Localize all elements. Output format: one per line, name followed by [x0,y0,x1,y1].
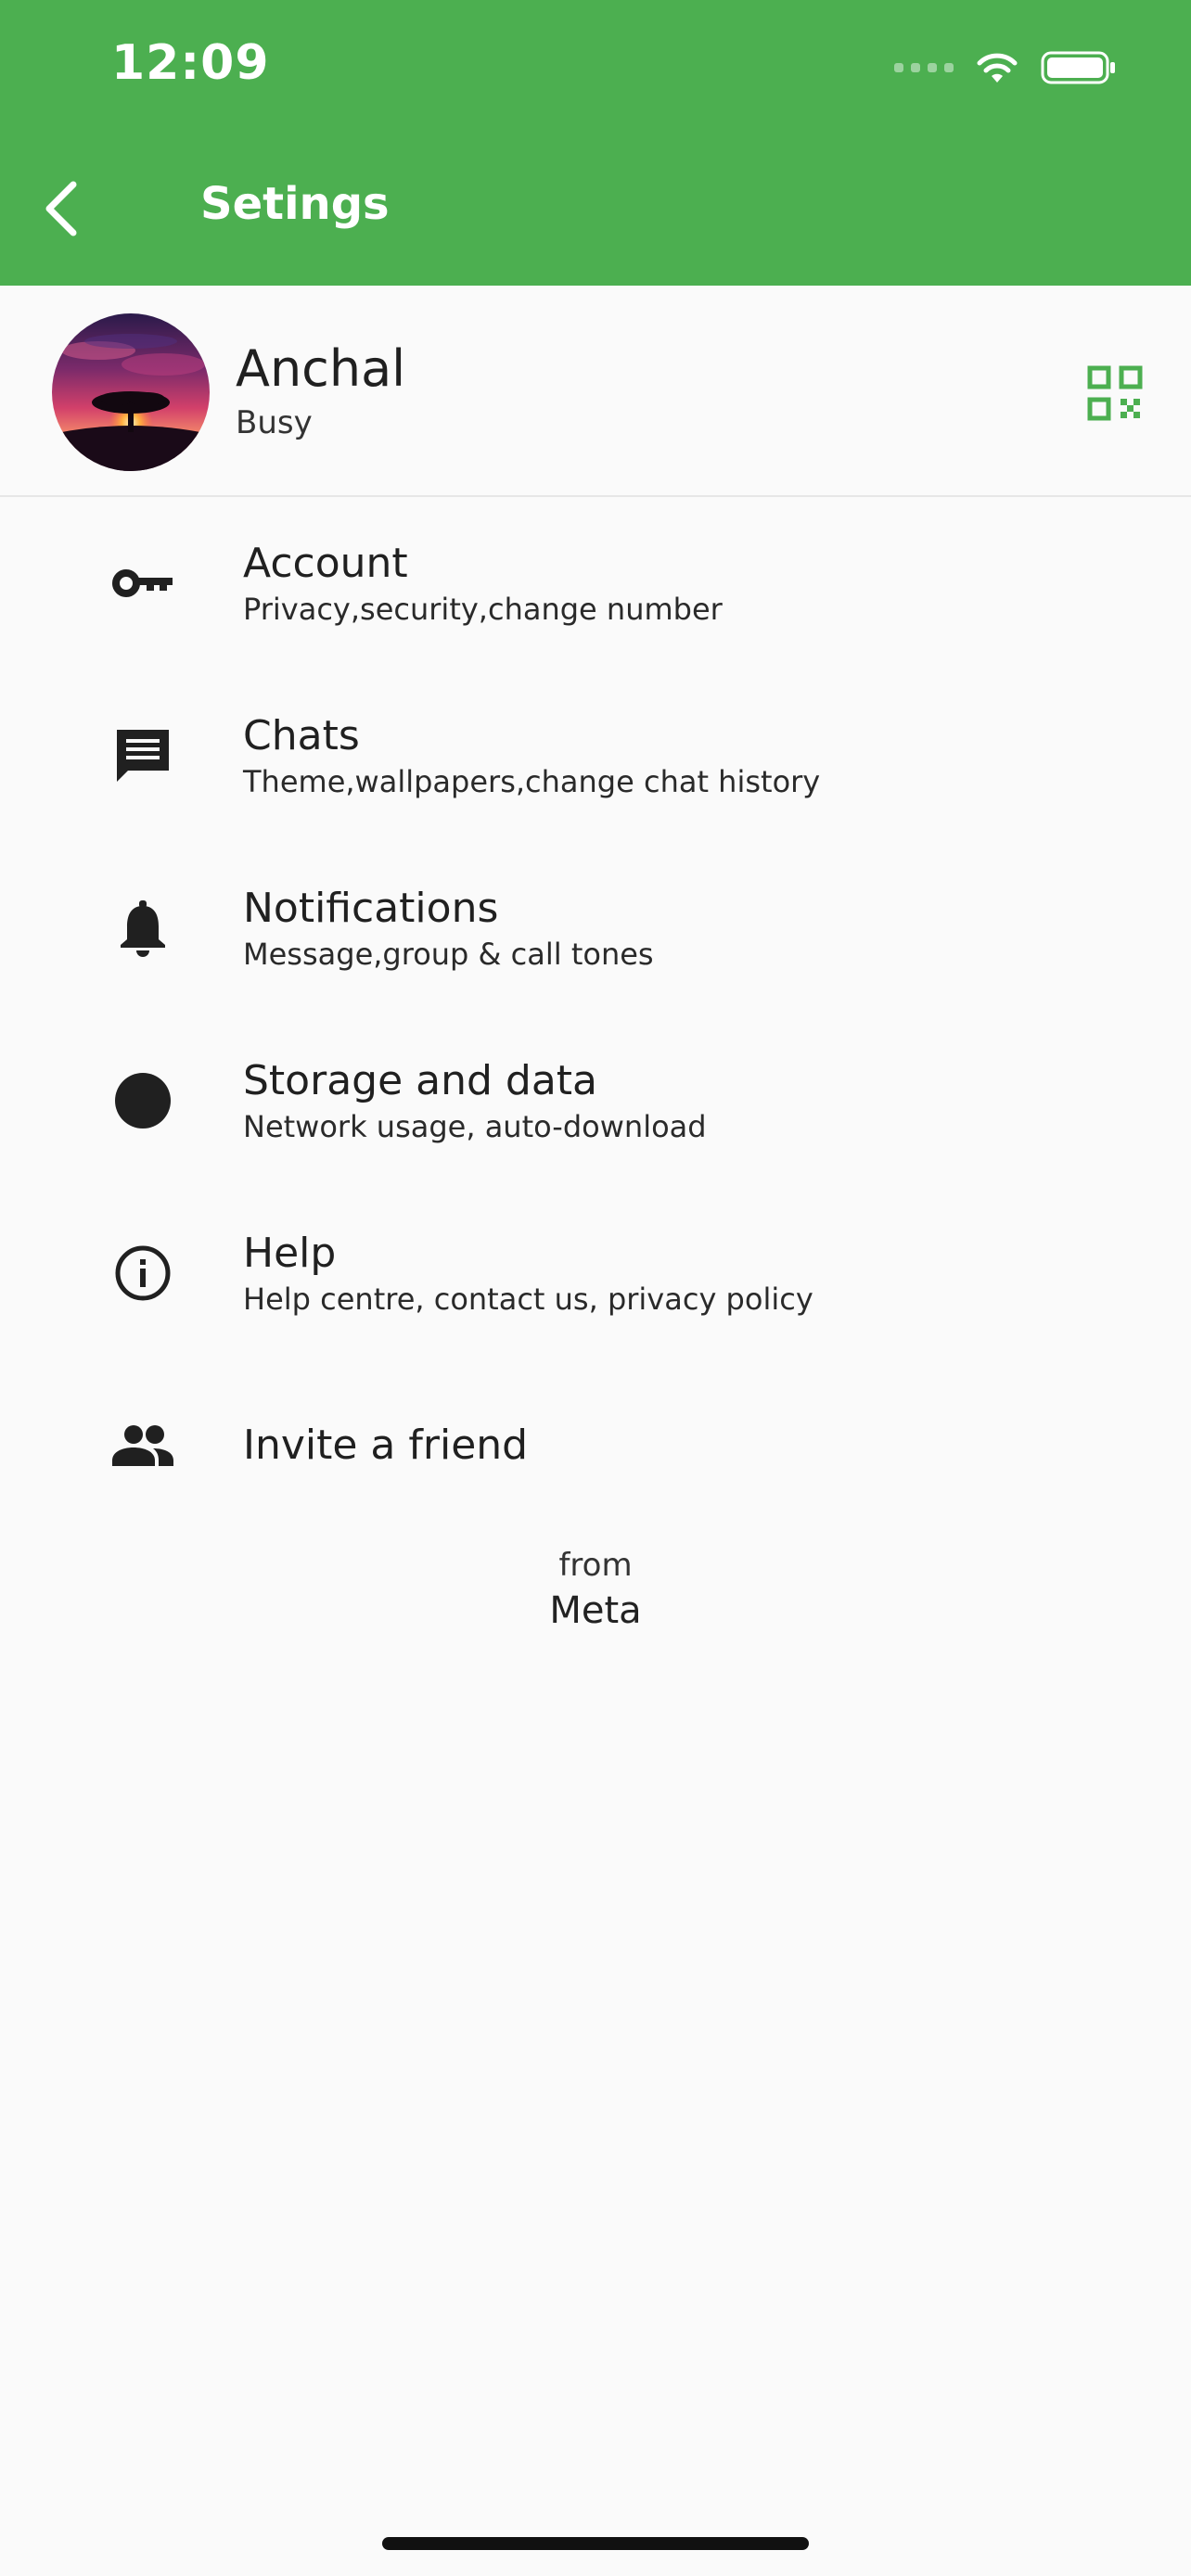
settings-item-chats[interactable]: Chats Theme,wallpapers,change chat histo… [0,670,1191,842]
app-bar: 12:09 Setings [0,0,1191,286]
settings-item-title: Notifications [243,885,499,932]
settings-item-subtitle: Help centre, contact us, privacy policy [243,1282,813,1317]
page-title: Setings [200,178,390,230]
back-button[interactable] [28,167,93,250]
settings-item-storage[interactable]: Storage and data Network usage, auto-dow… [0,1014,1191,1187]
footer-brand: Meta [549,1589,642,1632]
settings-item-subtitle: Message,group & call tones [243,937,654,972]
people-icon [104,1407,182,1485]
footer: from Meta [0,1547,1191,1632]
settings-item-help[interactable]: Help Help centre, contact us, privacy po… [0,1187,1191,1359]
profile-status: Busy [236,404,313,441]
avatar[interactable] [52,313,210,471]
avatar-image [52,313,210,471]
settings-item-account[interactable]: Account Privacy,security,change number [0,497,1191,670]
key-icon [104,544,182,622]
settings-list: Account Privacy,security,change number C… [0,497,1191,1532]
home-indicator[interactable] [382,2537,809,2550]
wifi-icon [977,53,1018,83]
chevron-left-icon [45,181,77,236]
settings-item-title: Storage and data [243,1057,598,1104]
settings-item-title: Chats [243,712,360,759]
settings-item-subtitle: Network usage, auto-download [243,1109,707,1144]
cellular-signal-icon [894,63,954,72]
settings-item-title: Invite a friend [243,1422,529,1469]
footer-from: from [558,1547,633,1584]
settings-item-title: Help [243,1230,337,1277]
qr-code-icon [1087,365,1143,421]
info-icon [104,1234,182,1312]
settings-item-subtitle: Privacy,security,change number [243,592,723,627]
settings-item-notifications[interactable]: Notifications Message,group & call tones [0,842,1191,1014]
profile-name: Anchal [236,339,406,398]
profile-row[interactable]: Anchal Busy [0,286,1191,497]
battery-icon [1041,51,1115,84]
circle-icon [104,1062,182,1140]
bell-icon [104,889,182,967]
status-time: 12:09 [111,35,270,91]
chat-icon [104,717,182,795]
settings-item-title: Account [243,540,408,587]
status-indicators [894,45,1117,91]
qr-code-button[interactable] [1087,365,1143,421]
settings-item-invite[interactable]: Invite a friend [0,1359,1191,1532]
settings-item-subtitle: Theme,wallpapers,change chat history [243,764,821,799]
